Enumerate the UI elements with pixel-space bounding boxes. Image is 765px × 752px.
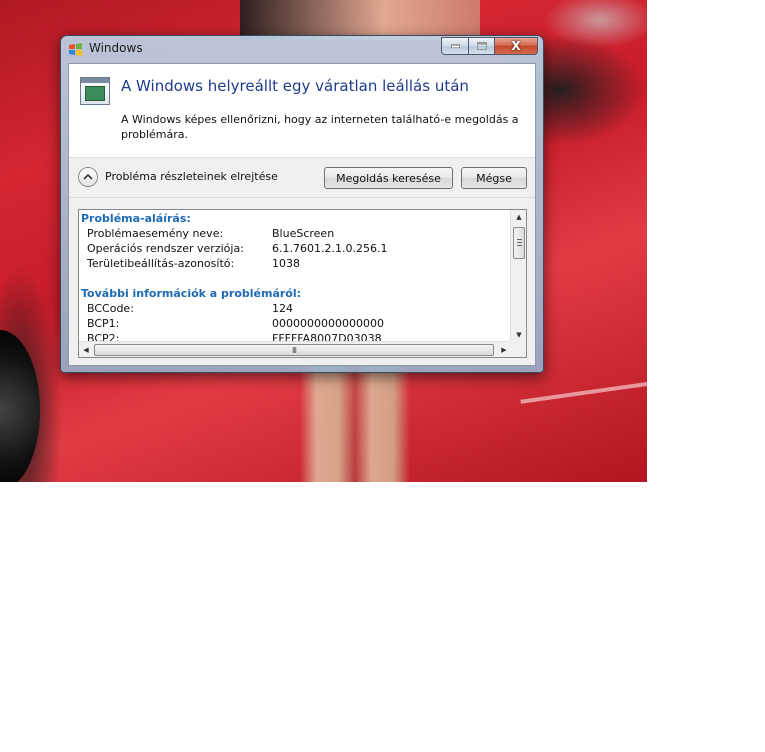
signature-heading: Probléma-aláírás:: [81, 212, 191, 225]
details-area: Probléma-aláírás: Problémaesemény neve: …: [69, 198, 535, 365]
horizontal-scrollbar[interactable]: ◀ III ▶: [79, 341, 511, 357]
scrollbar-corner: [510, 341, 526, 357]
window-title: Windows: [89, 41, 143, 55]
detail-value: 0000000000000000: [272, 317, 384, 330]
detail-value: 1038: [272, 257, 300, 270]
detail-value: BlueScreen: [272, 227, 335, 240]
windows-flag-icon: [68, 42, 83, 57]
dialog-description: A Windows képes ellenőrizni, hogy az int…: [121, 113, 519, 141]
wallpaper-figure-top: [240, 0, 480, 40]
detail-label: BCCode:: [87, 302, 134, 315]
maximize-button[interactable]: [468, 37, 494, 55]
dialog-heading: A Windows helyreállt egy váratlan leállá…: [121, 77, 469, 95]
details-toggle-button[interactable]: [78, 167, 98, 187]
problem-report-icon: [80, 77, 110, 105]
dialog-client-area: A Windows helyreállt egy váratlan leállá…: [68, 63, 536, 366]
minimize-icon: [450, 44, 460, 48]
problem-details-box[interactable]: Probléma-aláírás: Problémaesemény neve: …: [78, 209, 527, 358]
scroll-up-icon[interactable]: ▲: [511, 210, 526, 224]
more-info-heading: További információk a problémáról:: [81, 287, 302, 300]
detail-value: 6.1.7601.2.1.0.256.1: [272, 242, 388, 255]
maximize-icon: [476, 42, 487, 50]
action-bar: Probléma részleteinek elrejtése Megoldás…: [69, 157, 535, 198]
search-solution-button[interactable]: Megoldás keresése: [324, 167, 453, 189]
detail-label: Problémaesemény neve:: [87, 227, 224, 240]
minimize-button[interactable]: [441, 37, 468, 55]
close-button[interactable]: X: [494, 37, 538, 55]
cancel-button[interactable]: Mégse: [461, 167, 527, 189]
chevron-up-icon: [83, 173, 93, 180]
problem-report-dialog: Windows X A Windows helyreállt egy várat…: [60, 35, 544, 373]
details-toggle-label[interactable]: Probléma részleteinek elrejtése: [105, 170, 278, 183]
problem-details-content: Probléma-aláírás: Problémaesemény neve: …: [79, 210, 511, 342]
caption-buttons: X: [441, 37, 538, 55]
scroll-right-icon[interactable]: ▶: [497, 342, 511, 357]
horizontal-scroll-thumb[interactable]: III: [94, 344, 494, 356]
scroll-down-icon[interactable]: ▼: [511, 328, 526, 342]
detail-label: Operációs rendszer verziója:: [87, 242, 244, 255]
detail-value: 124: [272, 302, 293, 315]
vertical-scrollbar[interactable]: ▲ ▼: [510, 210, 526, 342]
detail-label: BCP1:: [87, 317, 120, 330]
vertical-scroll-thumb[interactable]: [513, 227, 525, 259]
scroll-left-icon[interactable]: ◀: [79, 342, 93, 357]
wallpaper-figure-legs: [300, 365, 410, 482]
detail-label: Területibeállítás-azonosító:: [87, 257, 235, 270]
wallpaper-stripe: [520, 380, 647, 404]
close-icon: X: [511, 39, 521, 53]
wallpaper-wheel: [0, 330, 40, 482]
dialog-header: A Windows helyreállt egy váratlan leállá…: [69, 64, 535, 157]
title-bar[interactable]: Windows X: [61, 36, 543, 62]
